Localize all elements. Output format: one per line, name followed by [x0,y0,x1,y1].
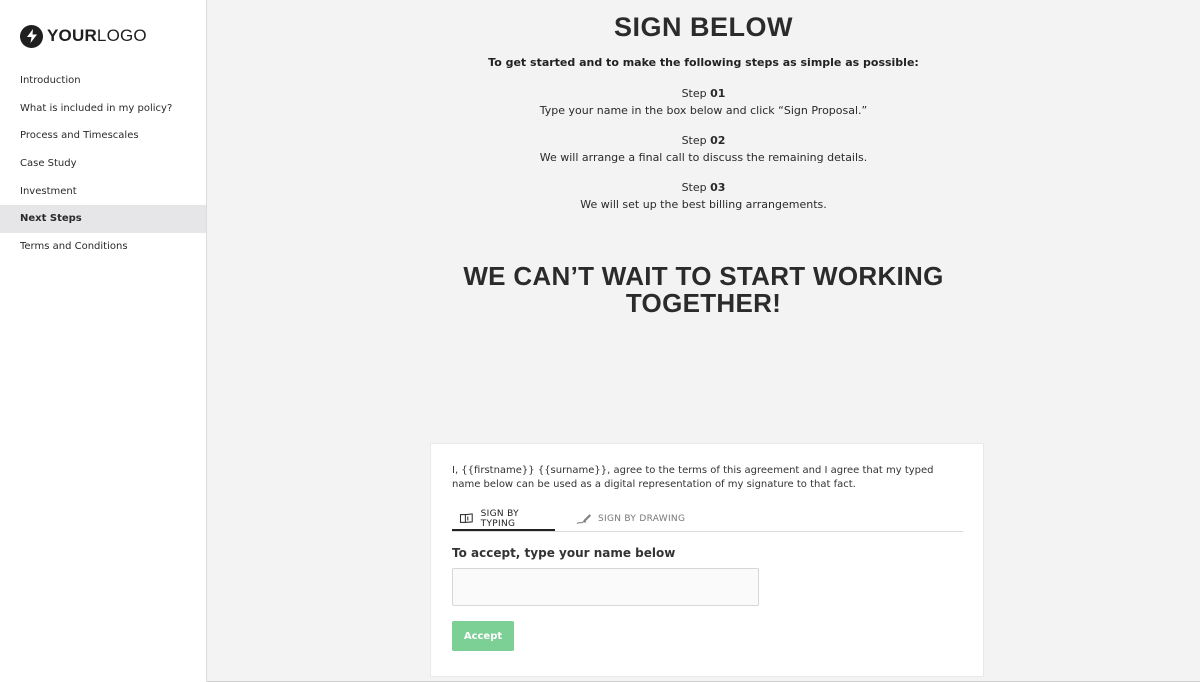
headline-line-2: TOGETHER! [625,288,782,318]
step-prefix: Step [681,181,707,194]
logo-text-bold: YOUR [47,26,97,45]
sidebar-item-process[interactable]: Process and Timescales [0,122,206,150]
headline-line-1: WE CAN’T WAIT TO START WORKING [463,261,944,291]
step-number: 02 [710,134,726,147]
step-02: Step 02 We will arrange a final call to … [207,132,1200,166]
sidebar-item-case-study[interactable]: Case Study [0,150,206,178]
tab-sign-by-typing[interactable]: SIGN BY TYPING [452,508,555,531]
page-title: SIGN BELOW [614,12,793,42]
step-prefix: Step [681,87,707,100]
signature-tabs: SIGN BY TYPING SIGN BY DRAWING [452,508,963,532]
sidebar-item-policy[interactable]: What is included in my policy? [0,95,206,123]
signature-name-input[interactable] [452,568,759,606]
main-content: SIGN BELOW To get started and to make th… [207,0,1200,682]
step-number: 01 [710,87,726,100]
signature-card: I, {{firstname}} {{surname}}, agree to t… [430,443,984,677]
logo-text-light: LOGO [96,26,147,45]
step-text: We will set up the best billing arrangem… [580,198,827,211]
sidebar-item-investment[interactable]: Investment [0,177,206,205]
tab-label: SIGN BY TYPING [480,508,519,529]
closing-headline: WE CAN’T WAIT TO START WORKING TOGETHER! [207,263,1200,317]
step-text: Type your name in the box below and clic… [539,104,868,117]
step-number: 03 [710,181,726,194]
agreement-text: I, {{firstname}} {{surname}}, agree to t… [452,465,934,490]
sidebar-item-introduction[interactable]: Introduction [0,67,206,95]
intro-text: To get started and to make the following… [488,56,919,69]
accept-button[interactable]: Accept [452,621,514,651]
keyboard-sign-icon [459,513,473,523]
sidebar-item-terms[interactable]: Terms and Conditions [0,233,206,261]
tab-label: SIGN BY DRAWING [598,514,686,524]
sidebar-nav: Introduction What is included in my poli… [0,67,206,260]
lightning-bolt-icon [20,24,43,48]
accept-instruction: To accept, type your name below [452,546,676,560]
logo[interactable]: YOURLOGO [0,0,206,48]
step-03: Step 03 We will set up the best billing … [207,179,1200,213]
step-prefix: Step [681,134,707,147]
logo-text: YOURLOGO [47,26,147,46]
step-01: Step 01 Type your name in the box below … [207,85,1200,119]
step-text: We will arrange a final call to discuss … [539,151,868,164]
sidebar: YOURLOGO Introduction What is included i… [0,0,207,682]
tab-sign-by-drawing[interactable]: SIGN BY DRAWING [576,508,685,530]
pen-draw-icon [576,513,591,524]
sidebar-item-next-steps[interactable]: Next Steps [0,204,206,233]
